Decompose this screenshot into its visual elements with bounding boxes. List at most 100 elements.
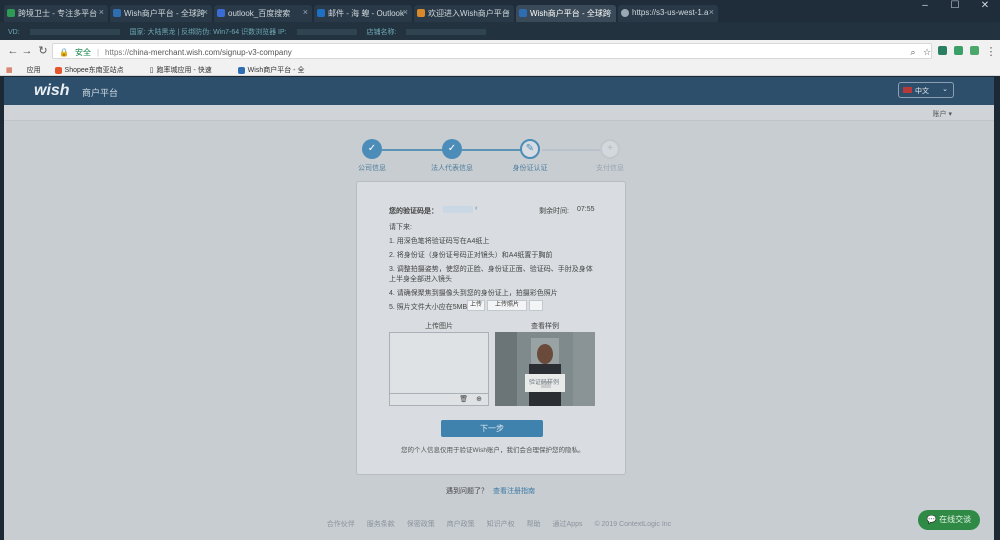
verification-code-redacted <box>443 206 473 213</box>
upload-small-button[interactable]: 上传 <box>467 300 485 311</box>
time-label: 剩余时间: <box>539 208 569 215</box>
instruction-item: 1. 用深色笔将验证码写在A4纸上 <box>389 238 490 245</box>
close-tab-icon[interactable]: × <box>403 7 408 17</box>
address-bar[interactable]: 🔒 安全 | https://china-merchant.wish.com/sign… <box>52 43 932 59</box>
example-label: 查看样例 <box>531 323 559 330</box>
chat-icon: 💬 <box>926 515 937 524</box>
trash-icon[interactable]: 🗑 <box>459 396 468 403</box>
step-pending-icon: + <box>600 139 620 159</box>
bookmarks-bar: ▦ 应用 Shopee东南亚站点 ▯ 跑率城应用 - 快速 Wish商户平台 - … <box>0 62 1000 76</box>
apps-icon[interactable]: ▦ <box>6 67 13 74</box>
bookmark-wish[interactable]: Wish商户平台 - 全 <box>237 66 317 74</box>
bookmark-star-icon[interactable]: ☆ <box>920 45 934 59</box>
footer-link[interactable]: 通过Apps <box>553 521 583 528</box>
close-tab-icon[interactable]: × <box>303 7 308 17</box>
code-label: 您的验证码是： <box>389 208 438 215</box>
browser-tab[interactable]: outlook_百度搜索 × <box>214 5 312 22</box>
instruction-item: 3. 调整拍摄姿势，使您的正脸、身份证正面、验证码、手肘及身体 <box>389 266 593 273</box>
lock-icon: 🔒 <box>59 48 69 57</box>
redacted-block <box>29 29 120 36</box>
step-connector <box>542 149 602 151</box>
extension-icon[interactable] <box>970 46 979 55</box>
window-edge <box>994 77 1000 540</box>
sub-header: 账户 ▾ <box>4 105 994 121</box>
close-tab-icon[interactable]: × <box>203 7 208 17</box>
privacy-note: 您的个人信息仅用于验证Wish账户，我们会合理保护您的隐私。 <box>401 447 585 454</box>
wish-icon <box>237 66 245 74</box>
close-tab-icon[interactable]: × <box>505 7 510 17</box>
example-sign-text: 验证码样例 <box>529 380 560 386</box>
minimize-button[interactable]: – <box>910 0 940 11</box>
extension-info-bar: VD: 国家: 大陆黑龙 | 反绑防伪: Win7-64 识数浏览器 IP: 店… <box>0 22 1000 40</box>
instruction-item: 4. 请确保聚焦到摄像头到您的身份证上，拍摄彩色照片 <box>389 290 558 297</box>
menu-icon[interactable]: ⋮ <box>984 45 998 59</box>
shopee-icon <box>54 66 62 74</box>
example-photo-illustration <box>495 332 595 406</box>
reload-icon[interactable]: ↻ <box>36 44 50 58</box>
step-done-icon: ✓ <box>442 139 462 159</box>
close-tab-icon[interactable]: × <box>99 7 104 17</box>
language-select[interactable]: 中文 ⌄ <box>898 82 954 98</box>
maximize-button[interactable]: ☐ <box>940 0 970 11</box>
bookmark-apps[interactable]: 应用 <box>27 67 41 74</box>
browser-tab[interactable]: 邮件 - 海 蝗 - Outlook × <box>314 5 412 22</box>
countdown: 07:55 <box>577 206 595 213</box>
favicon-icon <box>7 9 15 17</box>
extension-icon[interactable] <box>938 46 947 55</box>
favicon-icon <box>217 9 225 17</box>
copy-icon[interactable]: ‹ <box>475 205 477 212</box>
footer-link[interactable]: 合作伙伴 <box>327 521 355 528</box>
forward-icon[interactable]: → <box>20 44 34 58</box>
close-tab-icon[interactable]: × <box>709 7 714 17</box>
footer-link[interactable]: 商户政策 <box>447 521 475 528</box>
browser-tab-active[interactable]: Wish商户平台 - 全球跨 × <box>516 5 616 22</box>
favicon-icon <box>317 9 325 17</box>
step-edit-icon: ✎ <box>520 139 540 159</box>
footer-link[interactable]: 服务条款 <box>367 521 395 528</box>
register-guide-link[interactable]: 查看注册指南 <box>493 488 535 495</box>
bookmark-shopee[interactable]: Shopee东南亚站点 <box>54 66 136 74</box>
browser-toolbar: ← → ↻ 🔒 安全 | https://china-merchant.wish.co… <box>0 40 1000 62</box>
browser-tab[interactable]: 跨境卫士 - 专注多平台 × <box>4 5 108 22</box>
instruction-item: 上半身全部进入镜头 <box>389 276 452 283</box>
zoom-search-icon[interactable]: ⌕ <box>906 45 920 59</box>
favicon-icon <box>113 9 121 17</box>
instruction-intro: 请下来: <box>389 224 412 231</box>
instruction-item: 2. 将身份证（身份证号码正对镜头）和A4纸置于胸前 <box>389 252 553 259</box>
upload-extra-button[interactable] <box>529 300 543 311</box>
favicon-icon <box>621 9 629 17</box>
step-done-icon: ✓ <box>362 139 382 159</box>
close-window-button[interactable]: ✕ <box>970 0 1000 11</box>
example-photo: 验证码样例 <box>495 332 595 406</box>
footer-link[interactable]: 知识产权 <box>487 521 515 528</box>
account-menu[interactable]: 账户 ▾ <box>933 109 952 119</box>
upload-label: 上传图片 <box>425 323 453 330</box>
redacted-block <box>296 29 357 36</box>
upload-photo-button[interactable]: 上传照片 <box>487 300 527 311</box>
china-flag-icon <box>903 87 912 93</box>
step-connector <box>462 149 526 151</box>
window-controls: – ☐ ✕ <box>910 0 1000 14</box>
browser-tab[interactable]: 欢迎进入Wish商户平台 × <box>414 5 514 22</box>
bookmark-page[interactable]: ▯ 跑率城应用 - 快速 <box>150 67 224 74</box>
upload-toolbar: 🗑 ⊕ <box>390 393 488 405</box>
step-label: 支付信息 <box>596 165 624 172</box>
upload-dropzone[interactable]: 🗑 ⊕ <box>389 332 489 406</box>
footer-link[interactable]: 保密政策 <box>407 521 435 528</box>
zoom-icon[interactable]: ⊕ <box>476 396 482 403</box>
chat-button[interactable]: 💬 在线交谈 <box>918 510 980 530</box>
close-tab-icon[interactable]: × <box>607 7 612 17</box>
chevron-down-icon: ⌄ <box>942 86 948 93</box>
footer-link[interactable]: 帮助 <box>527 521 541 528</box>
browser-tab[interactable]: https://s3-us-west-1.a × <box>618 5 718 22</box>
help-text: 遇到问题了？ 查看注册指南 <box>446 488 535 495</box>
wish-logo[interactable]: wish <box>34 82 70 100</box>
extension-icon[interactable] <box>954 46 963 55</box>
step-label: 身份证认证 <box>512 165 548 172</box>
verification-card: 您的验证码是： ‹ 剩余时间: 07:55 请下来: 1. 用深色笔将验证码写在… <box>356 181 626 475</box>
next-button[interactable]: 下一步 <box>441 420 543 437</box>
page-icon: ▯ <box>149 67 154 74</box>
back-icon[interactable]: ← <box>6 44 20 58</box>
step-label: 法人代表信息 <box>431 165 473 172</box>
browser-tab[interactable]: Wish商户平台 - 全球跨 × <box>110 5 212 22</box>
